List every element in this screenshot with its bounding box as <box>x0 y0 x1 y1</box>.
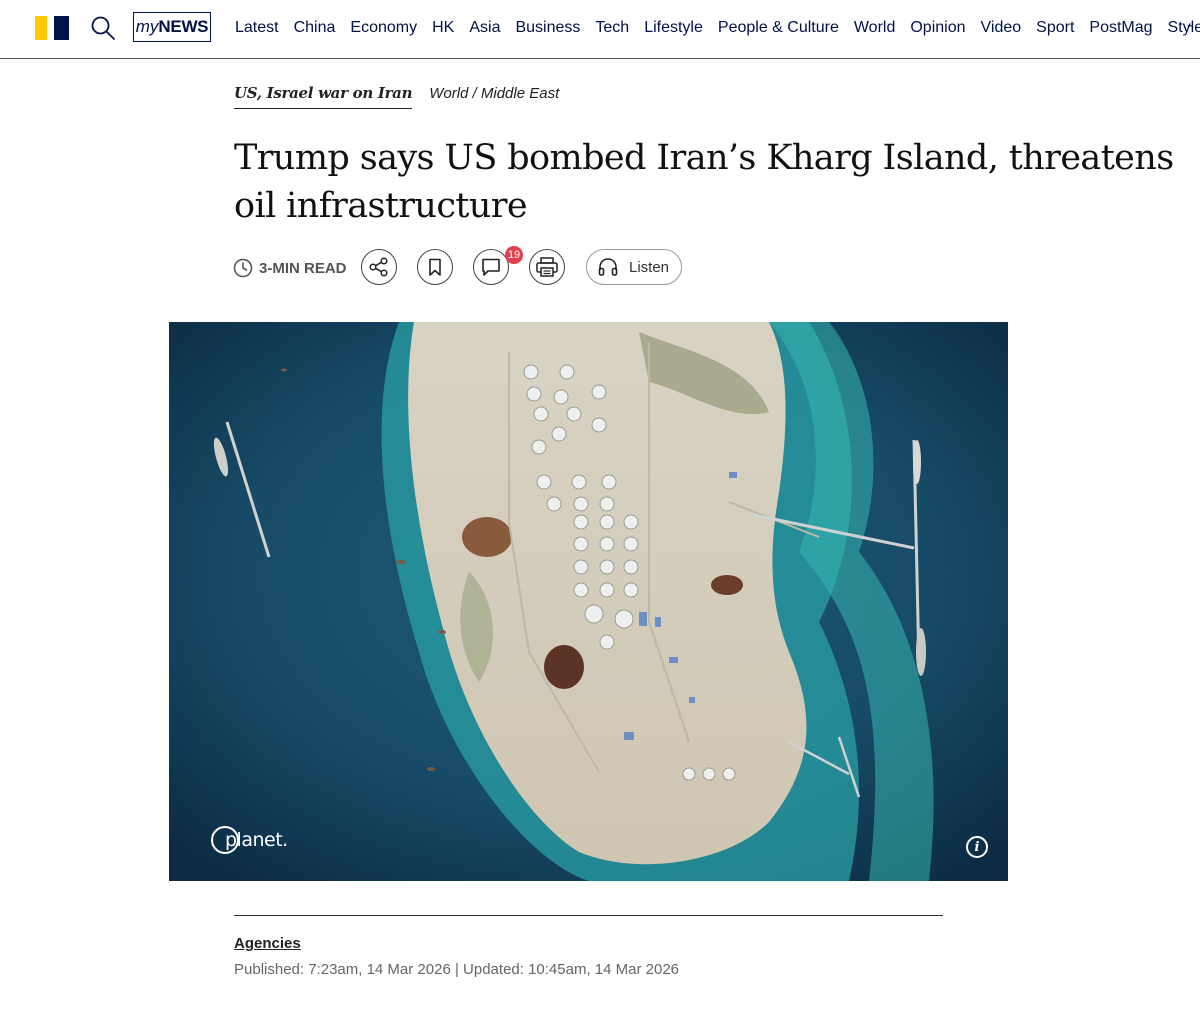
nav-item-economy[interactable]: Economy <box>350 17 417 39</box>
mynews-button[interactable]: my NEWS <box>133 12 211 42</box>
nav-item-lifestyle[interactable]: Lifestyle <box>644 17 703 39</box>
read-time: 3-MIN READ <box>233 258 347 278</box>
search-icon[interactable] <box>90 15 116 41</box>
nav-item-people-culture[interactable]: People & Culture <box>718 17 839 39</box>
bookmark-icon <box>429 258 441 276</box>
nav-item-opinion[interactable]: Opinion <box>910 17 965 39</box>
publish-dates: Published: 7:23am, 14 Mar 2026 | Updated… <box>234 961 680 978</box>
info-icon[interactable]: i <box>966 836 988 858</box>
nav-item-asia[interactable]: Asia <box>469 17 500 39</box>
article-headline: Trump says US bombed Iran’s Kharg Island… <box>234 138 1174 226</box>
bookmark-button[interactable] <box>417 249 453 285</box>
logo-yellow-block <box>35 16 47 40</box>
section-link[interactable]: World / Middle East <box>429 84 559 103</box>
byline-divider <box>234 915 943 916</box>
listen-label: Listen <box>629 258 670 276</box>
comment-icon <box>482 258 500 276</box>
nav-item-style[interactable]: Style <box>1168 17 1200 39</box>
logo-navy-block <box>54 16 69 40</box>
mynews-prefix: my <box>135 17 159 36</box>
article-toolbar: 3-MIN READ 19 Listen <box>233 246 693 287</box>
image-credit-planet: planet. <box>211 826 288 854</box>
topic-link[interactable]: US, Israel war on Iran <box>234 84 413 109</box>
author-link[interactable]: Agencies <box>234 935 301 952</box>
breadcrumb: US, Israel war on Iran World / Middle Ea… <box>234 84 559 109</box>
comment-count-badge: 19 <box>505 246 523 264</box>
print-button[interactable] <box>529 249 565 285</box>
nav-item-sport[interactable]: Sport <box>1036 17 1074 39</box>
clock-icon <box>233 258 253 278</box>
top-nav: my NEWS Latest China Economy HK Asia Busi… <box>0 0 1200 59</box>
nav-item-postmag[interactable]: PostMag <box>1089 17 1152 39</box>
image-credit-label: planet. <box>225 829 288 851</box>
main-menu: Latest China Economy HK Asia Business Te… <box>235 17 1200 39</box>
comments-button[interactable] <box>473 249 509 285</box>
print-icon <box>536 257 558 277</box>
nav-item-latest[interactable]: Latest <box>235 17 279 39</box>
listen-button[interactable]: Listen <box>586 249 682 285</box>
nav-item-world[interactable]: World <box>854 17 896 39</box>
headphones-icon <box>598 258 618 276</box>
nav-item-china[interactable]: China <box>294 17 336 39</box>
share-icon <box>369 257 388 277</box>
read-time-label: 3-MIN READ <box>259 259 347 277</box>
mynews-suffix: NEWS <box>158 17 209 36</box>
nav-item-business[interactable]: Business <box>515 17 580 39</box>
share-button[interactable] <box>361 249 397 285</box>
scmp-logo[interactable] <box>35 16 69 40</box>
kharg-island-illustration <box>169 322 1008 881</box>
nav-item-hk[interactable]: HK <box>432 17 454 39</box>
nav-item-video[interactable]: Video <box>981 17 1022 39</box>
hero-satellite-image: planet. i <box>169 322 1008 881</box>
nav-more[interactable]: - <box>1187 17 1192 35</box>
nav-item-tech[interactable]: Tech <box>595 17 629 39</box>
